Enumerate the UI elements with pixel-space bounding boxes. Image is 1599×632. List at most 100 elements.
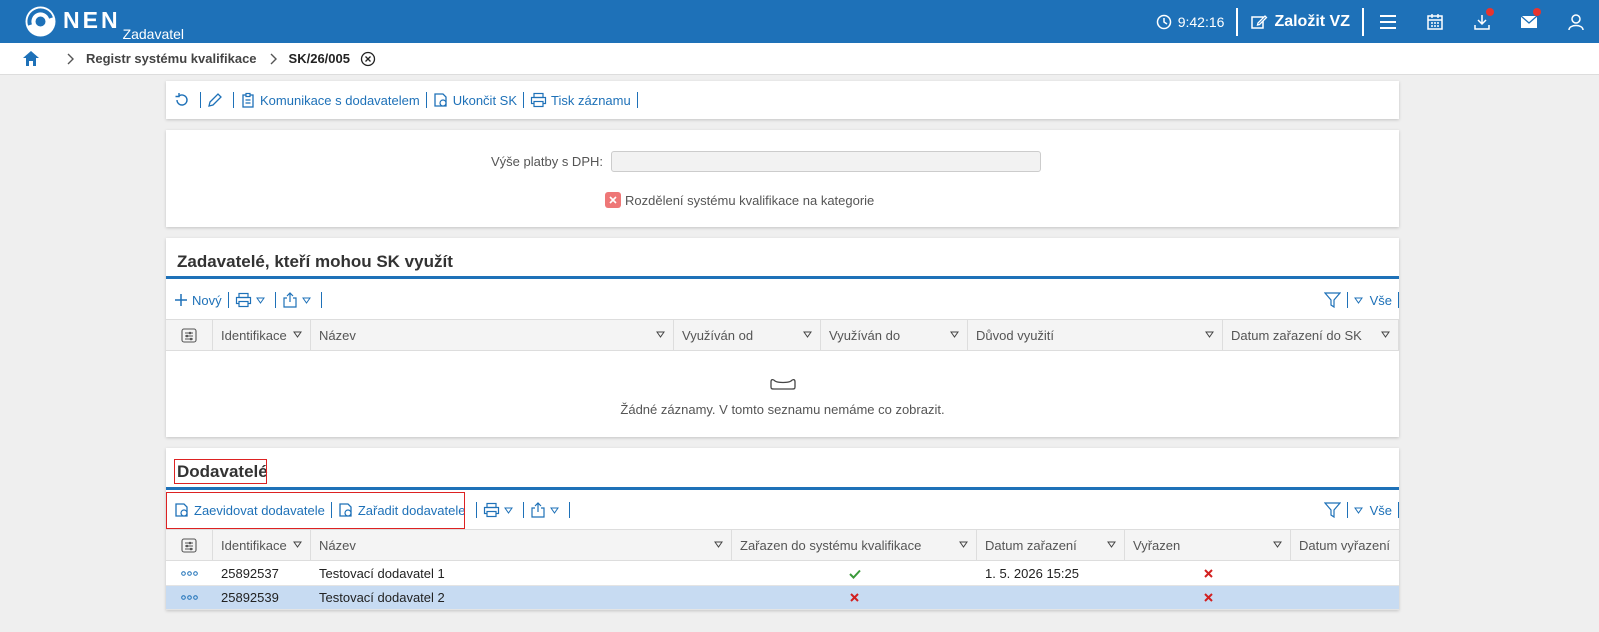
filter-triangle-icon[interactable] [656,331,665,338]
cell-name: Testovací dodavatel 1 [319,566,445,581]
divider [636,92,638,108]
filter-triangle-icon[interactable] [714,541,723,548]
table-row-selected[interactable]: 25892539 Testovací dodavatel 2 [166,586,1399,610]
export-menu-button[interactable] [282,292,315,308]
end-sk-button[interactable]: Ukončit SK [433,92,517,108]
column-settings-icon [181,537,197,553]
column-header-label: Název [319,327,356,343]
calendar-button[interactable] [1411,0,1458,43]
contracting-grid-filters: Vše [1323,284,1399,316]
new-authority-label: Nový [192,292,222,308]
print-record-button[interactable]: Tisk záznamu [530,92,631,108]
supplier-communication-button[interactable]: Komunikace s dodavatelem [240,92,420,108]
cell-included [732,562,977,586]
filter-all-button[interactable]: Vše [1353,503,1392,518]
column-header-used-from[interactable]: Využíván od [674,320,821,350]
filter-icon[interactable] [1323,292,1341,308]
caret-down-icon [549,507,559,514]
export-menu-button[interactable] [530,502,563,518]
plus-icon [175,294,187,306]
column-header-used-to[interactable]: Využíván do [821,320,968,350]
filter-triangle-icon[interactable] [293,541,302,548]
divider [320,292,322,308]
filter-triangle-icon[interactable] [293,331,302,338]
column-settings-cell[interactable] [166,530,213,560]
column-header-included[interactable]: Zařazen do systému kvalifikace [732,530,977,560]
categories-checkbox[interactable] [605,192,621,208]
cell-date-excluded [1291,586,1399,610]
column-header-date-included[interactable]: Datum zařazení [977,530,1125,560]
table-row[interactable]: 25892537 Testovací dodavatel 1 1. 5. 202… [166,562,1399,586]
downloads-button[interactable] [1458,0,1505,43]
empty-tray-icon [769,378,796,390]
toolbar-highlight [166,492,465,529]
filter-triangle-icon[interactable] [1107,541,1116,548]
cell-date-included [977,586,1125,610]
filter-icon[interactable] [1323,502,1341,518]
payment-input[interactable] [611,151,1041,172]
filter-triangle-icon[interactable] [1381,331,1390,338]
filter-all-button[interactable]: Vše [1353,293,1392,308]
row-menu-cell[interactable] [166,562,213,586]
column-header-name[interactable]: Název [311,530,732,560]
suppliers-panel: Dodavatelé Zaevidovat dodavatele Zařadit… [166,448,1399,610]
suppliers-grid-filters: Vše [1323,494,1399,526]
divider [523,92,525,108]
filter-triangle-icon[interactable] [959,541,968,548]
printer-icon [235,292,251,308]
more-dots-icon [181,571,198,576]
notification-dot [1486,8,1494,16]
menu-button[interactable] [1364,0,1411,43]
filter-triangle-icon[interactable] [1273,541,1282,548]
close-icon[interactable] [360,51,376,67]
column-header-date-included[interactable]: Datum zařazení do SK [1223,320,1399,350]
row-menu-cell[interactable] [166,586,213,610]
column-settings-cell[interactable] [166,320,213,350]
filter-triangle-icon[interactable] [950,331,959,338]
cell-identification: 25892539 [221,590,279,605]
contracting-authorities-panel: Zadavatelé, kteří mohou SK využít Nový V… [166,238,1399,437]
cross-icon [850,593,859,602]
cell-date-excluded [1291,562,1399,586]
caret-down-icon [1353,507,1363,514]
create-contract-button[interactable]: Založit VZ [1238,13,1362,31]
session-time-value: 9:42:16 [1177,13,1225,30]
refresh-button[interactable] [174,92,194,108]
column-header-date-excluded[interactable]: Datum vyřazení [1291,530,1399,560]
edit-button[interactable] [207,92,227,108]
divider [227,292,229,308]
new-authority-button[interactable]: Nový [174,293,222,308]
column-header-identification[interactable]: Identifikace [213,530,311,560]
print-menu-button[interactable] [235,292,269,308]
refresh-icon [175,93,188,106]
nen-logo[interactable]: NEN Zadavatel [24,5,184,42]
divider [1398,292,1399,308]
top-bar: NEN Zadavatel 9:42:16 Založit VZ [0,0,1599,43]
user-button[interactable] [1552,0,1599,43]
menu-icon [1379,14,1396,29]
cell-name: Testovací dodavatel 2 [319,590,445,605]
column-header-excluded[interactable]: Vyřazen [1125,530,1291,560]
categories-label: Rozdělení systému kvalifikace na kategor… [625,192,875,208]
divider [425,92,427,108]
divider [522,502,524,518]
column-header-label: Vyřazen [1133,537,1181,553]
cell-identification: 25892537 [221,566,279,581]
column-header-identification[interactable]: Identifikace [213,320,311,350]
column-header-name[interactable]: Název [311,320,674,350]
print-menu-button[interactable] [483,502,517,518]
brand-subtitle: Zadavatel [122,26,185,42]
filter-triangle-icon[interactable] [1205,331,1214,338]
filter-triangle-icon[interactable] [803,331,812,338]
column-header-label: Zařazen do systému kvalifikace [740,537,922,553]
breadcrumb-registry[interactable]: Registr systému kvalifikace [86,51,257,66]
column-header-reason[interactable]: Důvod využití [968,320,1223,350]
divider [475,502,477,518]
nen-logo-icon [25,6,56,37]
mail-icon [1520,15,1537,28]
home-icon[interactable] [22,50,40,67]
messages-button[interactable] [1505,0,1552,43]
divider [568,502,570,518]
column-header-label: Důvod využití [976,327,1055,343]
divider [1346,292,1348,308]
